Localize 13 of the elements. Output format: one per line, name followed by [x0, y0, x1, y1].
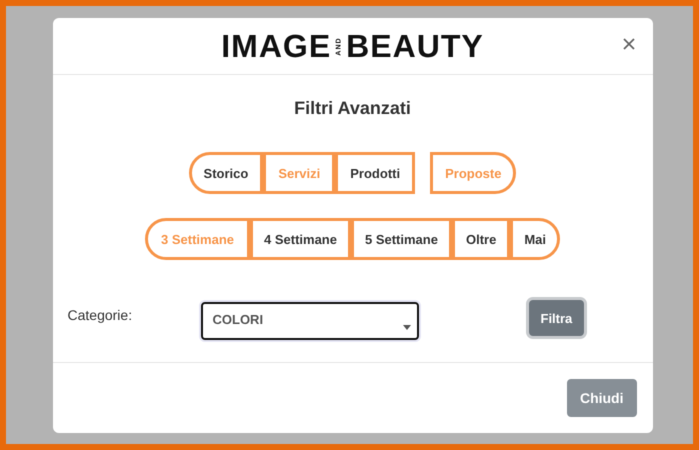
period-filter-tab[interactable]: 4 Settimane — [250, 218, 351, 260]
category-label: Categorie: — [68, 307, 134, 323]
type-filter-tab[interactable]: Prodotti — [335, 152, 416, 194]
type-filter-tab[interactable]: Storico — [188, 152, 264, 194]
logo-text: BEAUTY — [346, 30, 484, 62]
filter-button[interactable]: Filtra — [528, 300, 584, 336]
category-select[interactable]: COLORI — [200, 302, 418, 340]
logo-text: IMAGE — [221, 30, 332, 62]
period-filter-tab[interactable]: Mai — [510, 218, 560, 260]
dialog-title: Filtri Avanzati — [294, 98, 411, 119]
period-filter-tab[interactable]: 5 Settimane — [350, 218, 452, 260]
caret-icon — [402, 325, 410, 330]
period-filter-tab[interactable]: Oltre — [452, 218, 510, 260]
